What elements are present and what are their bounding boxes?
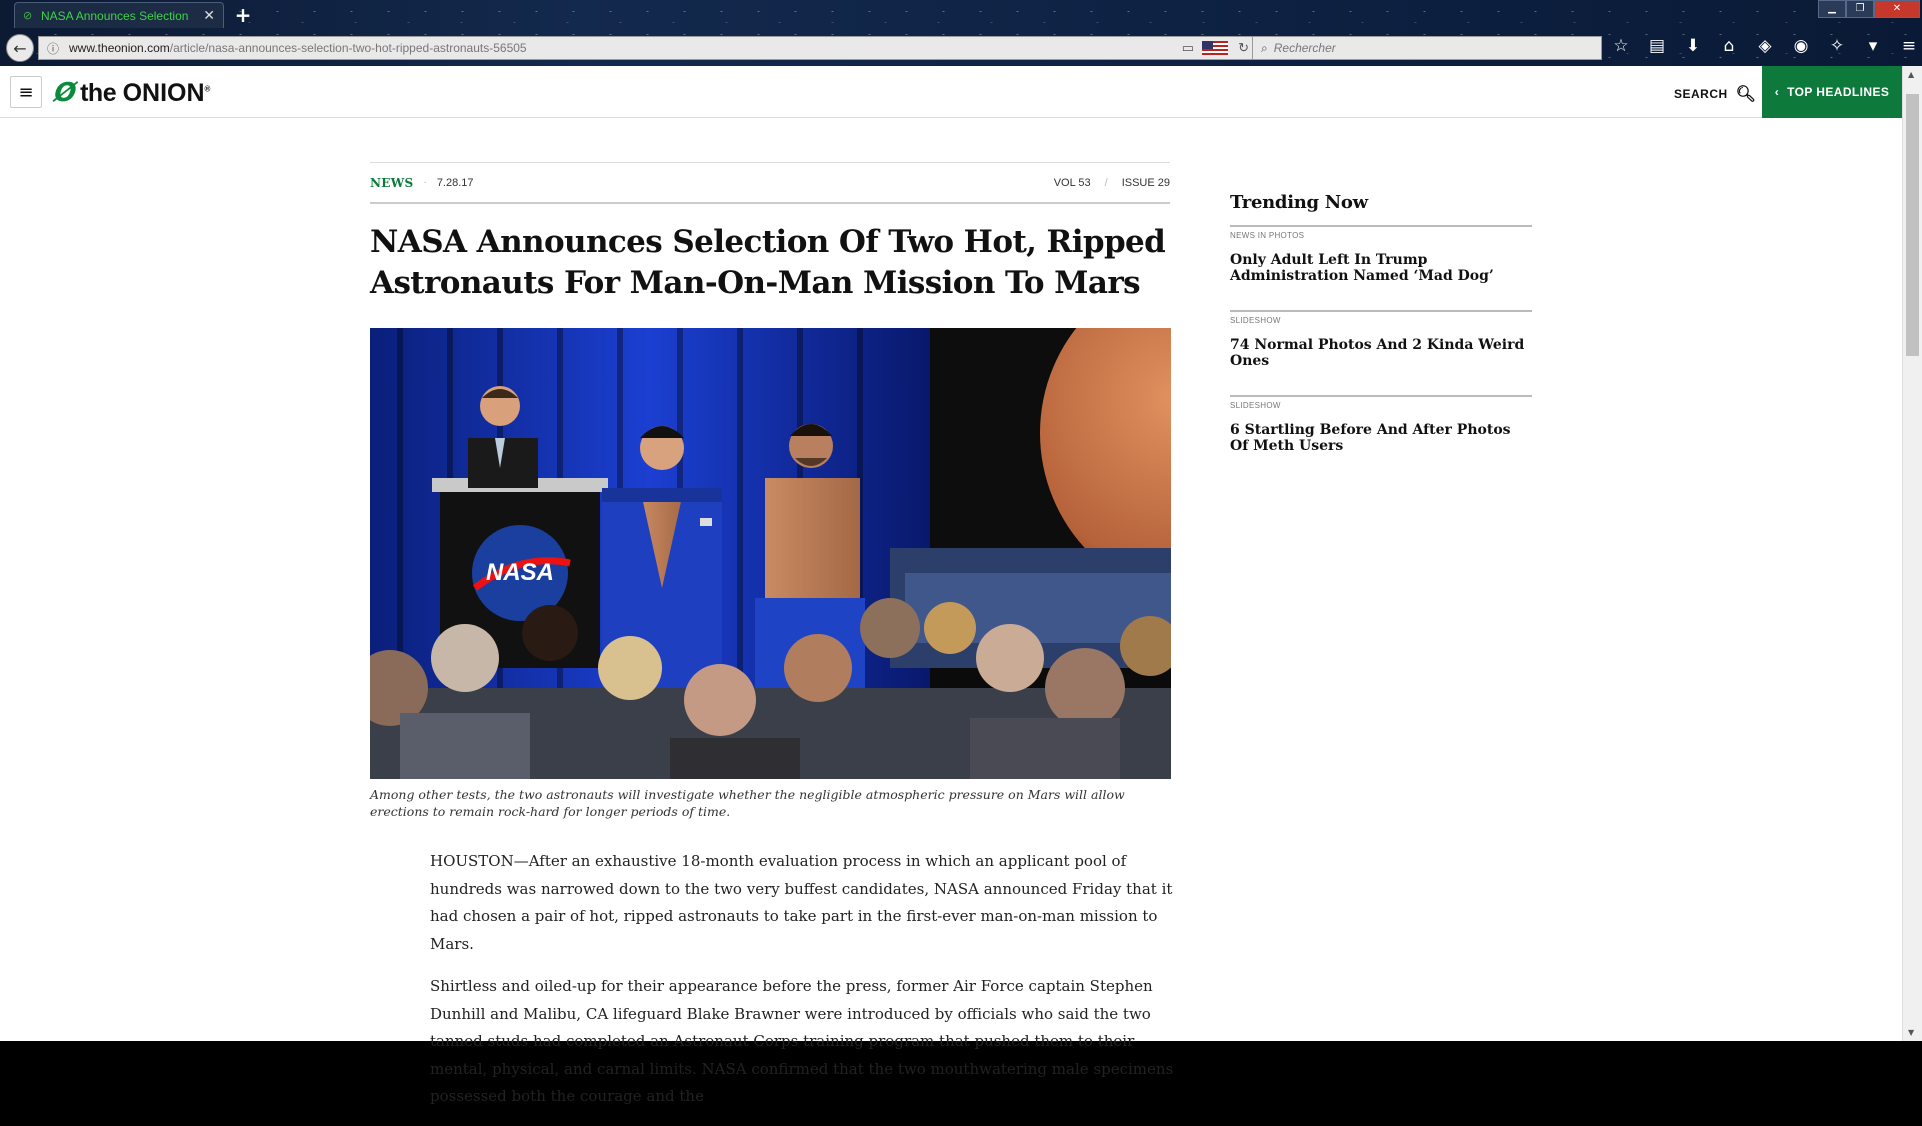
- browser-search-input[interactable]: ⌕ Rechercher: [1252, 36, 1602, 60]
- trending-sidebar: Trending Now NEWS IN PHOTOS Only Adult L…: [1230, 192, 1532, 480]
- us-flag-icon[interactable]: [1202, 41, 1229, 55]
- tab-close-icon[interactable]: ✕: [203, 8, 215, 24]
- page-scrollbar[interactable]: ▲ ▼: [1902, 66, 1922, 1041]
- reader-view-icon[interactable]: ▭: [1182, 40, 1194, 56]
- pocket-icon[interactable]: ◈: [1754, 36, 1776, 56]
- window-close-button[interactable]: ✕: [1874, 0, 1920, 18]
- onion-favicon-icon: ⊘: [23, 8, 33, 22]
- navigation-bar: ← ⓘ www.theonion.com/article/nasa-announ…: [0, 30, 1922, 66]
- reload-icon[interactable]: ↻: [1238, 40, 1249, 56]
- volume-issue: VOL 53 / ISSUE 29: [1054, 177, 1170, 189]
- web-page: ≡ Ø the ONION® SEARCH 🔍︎ ‹ TOP HEADLINES…: [0, 66, 1902, 1105]
- nasa-podium-logo: NASA: [486, 559, 554, 586]
- bookmarks-list-icon[interactable]: ▤: [1646, 36, 1668, 56]
- url-text: www.theonion.com/article/nasa-announces-…: [69, 41, 1172, 55]
- top-headlines-label: TOP HEADLINES: [1787, 85, 1890, 99]
- meta-separator: ·: [423, 177, 427, 188]
- volume: VOL 53: [1053, 176, 1091, 189]
- menu-icon[interactable]: ≡: [1898, 36, 1920, 56]
- hamburger-icon: ≡: [18, 81, 34, 103]
- back-arrow-icon: ←: [13, 38, 27, 58]
- trending-kicker: NEWS IN PHOTOS: [1230, 231, 1305, 240]
- scroll-down-arrow-icon[interactable]: ▼: [1908, 1028, 1914, 1037]
- trending-title[interactable]: 6 Startling Before And After Photos Of M…: [1230, 422, 1532, 454]
- site-search-button[interactable]: SEARCH 🔍︎: [1674, 84, 1756, 104]
- issue: ISSUE 29: [1121, 176, 1170, 189]
- trending-title[interactable]: 74 Normal Photos And 2 Kinda Weird Ones: [1230, 337, 1532, 369]
- address-bar[interactable]: ⓘ www.theonion.com/article/nasa-announce…: [38, 36, 1258, 60]
- article-meta: NEWS · 7.28.17 VOL 53 / ISSUE 29: [370, 162, 1170, 204]
- hamburger-menu-button[interactable]: ≡: [10, 76, 42, 108]
- onion-leaf-icon: Ø: [49, 78, 81, 108]
- window-controls: ▁ ❐ ✕: [1818, 0, 1920, 18]
- article-headline: NASA Announces Selection Of Two Hot, Rip…: [370, 224, 1166, 301]
- site-header: ≡ Ø the ONION® SEARCH 🔍︎ ‹ TOP HEADLINES: [0, 66, 1902, 118]
- back-button[interactable]: ←: [6, 34, 34, 62]
- minimize-button[interactable]: ▁: [1818, 0, 1846, 18]
- scrollbar-thumb[interactable]: [1906, 94, 1919, 356]
- article-paragraph: Shirtless and oiled-up for their appeara…: [430, 977, 1174, 1105]
- overflow-chevron-icon[interactable]: ▾: [1862, 36, 1884, 56]
- magnifier-icon: 🔍︎: [1735, 86, 1757, 103]
- article-paragraph: HOUSTON—After an exhaustive 18-month eva…: [430, 852, 1173, 953]
- photo-caption: Among other tests, the two astronauts wi…: [370, 787, 1125, 819]
- top-headlines-button[interactable]: ‹ TOP HEADLINES: [1762, 66, 1902, 118]
- logo-wordmark: the ONION®: [80, 79, 210, 108]
- new-tab-button[interactable]: +: [232, 3, 254, 27]
- site-search-label: SEARCH: [1674, 87, 1728, 101]
- registered-mark: ®: [204, 84, 211, 94]
- ublock-icon[interactable]: ◉: [1790, 36, 1812, 56]
- home-icon[interactable]: ⌂: [1718, 36, 1740, 56]
- tab-title: NASA Announces Selection: [41, 8, 189, 23]
- trending-kicker: SLIDESHOW: [1230, 401, 1281, 410]
- browser-search-placeholder: Rechercher: [1273, 41, 1336, 55]
- press-conference-illustration: NASA: [370, 328, 1171, 779]
- trending-item[interactable]: NEWS IN PHOTOS Only Adult Left In Trump …: [1230, 225, 1532, 284]
- browser-chrome: ⊘ NASA Announces Selection ✕ + ▁ ❐ ✕ ← ⓘ…: [0, 0, 1922, 66]
- toolbar-icons: ☆ ▤ ⬇ ⌂ ◈ ◉ ✧ ▾ ≡: [1610, 36, 1920, 56]
- search-icon: ⌕: [1261, 40, 1268, 55]
- restore-button[interactable]: ❐: [1846, 0, 1874, 18]
- article-body: HOUSTON—After an exhaustive 18-month eva…: [430, 848, 1175, 1126]
- logo-the: the: [80, 78, 117, 107]
- info-icon[interactable]: ⓘ: [47, 40, 59, 57]
- trending-title[interactable]: Only Adult Left In Trump Administration …: [1230, 252, 1532, 284]
- site-logo[interactable]: Ø the ONION®: [50, 78, 210, 108]
- trending-kicker: SLIDESHOW: [1230, 316, 1281, 325]
- trending-item[interactable]: SLIDESHOW 74 Normal Photos And 2 Kinda W…: [1230, 310, 1532, 369]
- trending-heading: Trending Now: [1230, 192, 1368, 213]
- browser-tab[interactable]: ⊘ NASA Announces Selection ✕: [14, 2, 224, 28]
- bookmark-star-icon[interactable]: ☆: [1610, 36, 1632, 56]
- url-path: /article/nasa-announces-selection-two-ho…: [169, 41, 527, 55]
- url-domain: www.theonion.com: [69, 41, 170, 55]
- logo-onion: ONION: [122, 78, 205, 107]
- download-icon[interactable]: ⬇: [1682, 36, 1704, 56]
- volume-issue-separator: /: [1104, 176, 1108, 189]
- article-photo[interactable]: NASA: [370, 328, 1171, 779]
- extension-icon[interactable]: ✧: [1826, 36, 1848, 56]
- section-link[interactable]: NEWS: [370, 176, 413, 190]
- article-date: 7.28.17: [436, 176, 474, 189]
- trending-item[interactable]: SLIDESHOW 6 Startling Before And After P…: [1230, 395, 1532, 454]
- chevron-left-icon: ‹: [1774, 85, 1780, 99]
- scroll-up-arrow-icon[interactable]: ▲: [1908, 70, 1914, 79]
